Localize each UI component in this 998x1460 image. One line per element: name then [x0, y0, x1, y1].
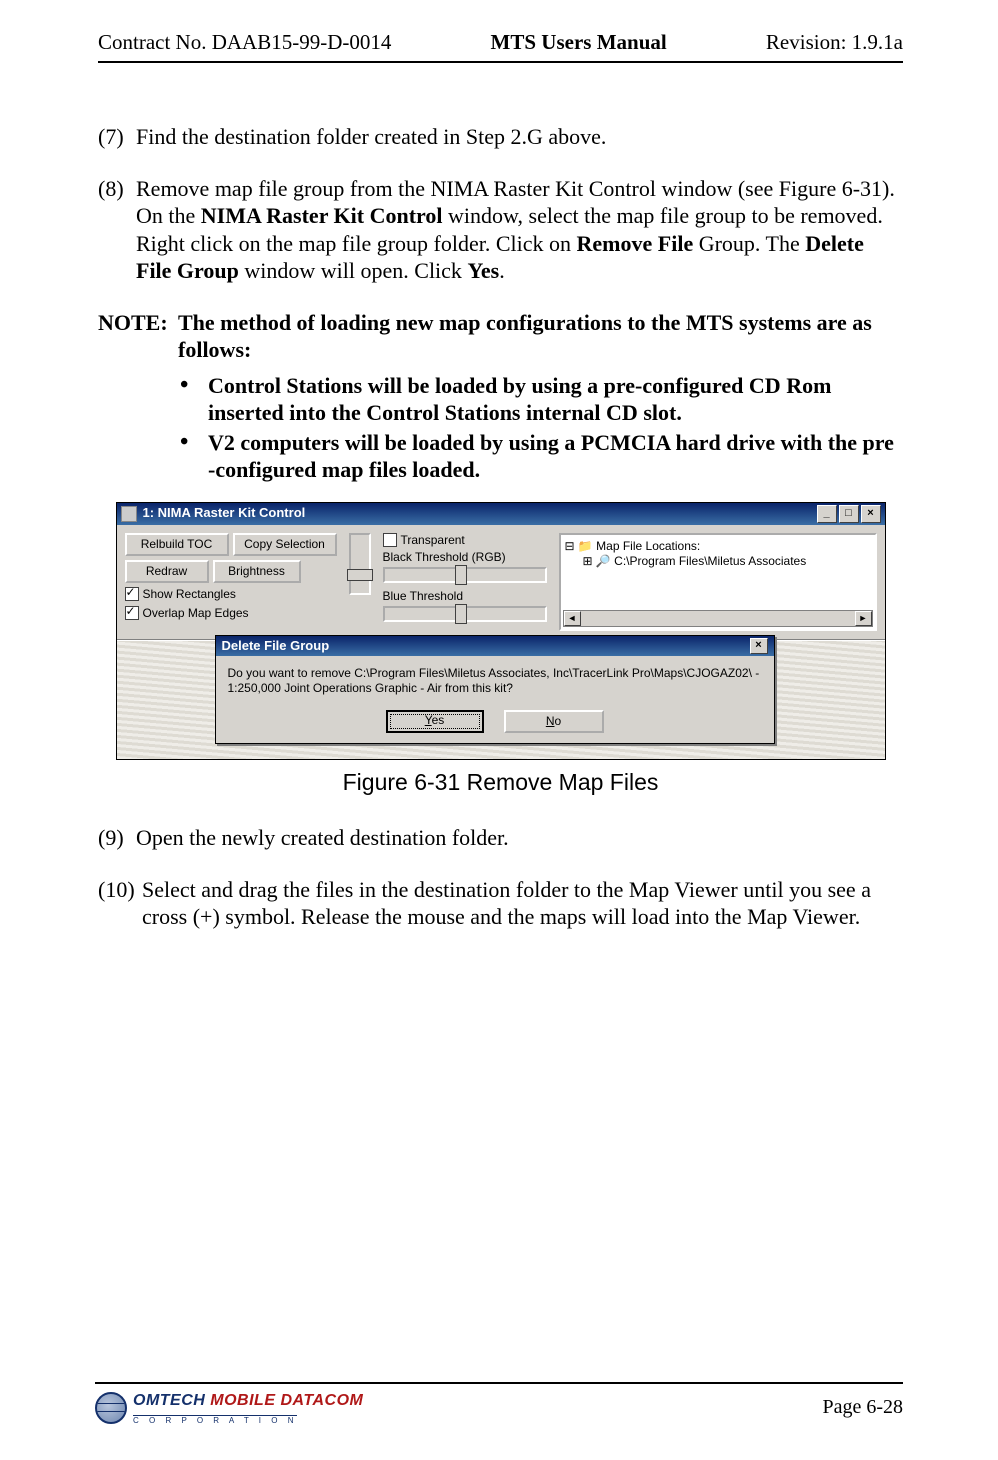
bullet-2: V2 computers will be loaded by using a P… — [176, 429, 903, 484]
brightness-slider[interactable] — [349, 533, 371, 595]
step-num: (9) — [98, 824, 136, 852]
step-10: (10) Select and drag the files in the de… — [98, 876, 903, 931]
brightness-button[interactable]: Brightness — [213, 560, 301, 583]
copy-selection-button[interactable]: Copy Selection — [233, 533, 337, 556]
threshold-panel: Transparent Black Threshold (RGB) Blue T… — [383, 533, 547, 626]
dialog-close-button[interactable]: × — [750, 638, 768, 654]
step-num: (8) — [98, 175, 136, 285]
label: Overlap Map Edges — [143, 606, 249, 621]
note-bullets: Control Stations will be loaded by using… — [176, 372, 903, 484]
brand-omtech: OMTECH — [133, 1392, 205, 1409]
tree-child[interactable]: C:\Program Files\Miletus Associates — [565, 554, 871, 569]
page-footer: OMTECH MOBILE DATACOM C O R P O R A T I … — [95, 1382, 903, 1426]
step-7: (7) Find the destination folder created … — [98, 123, 903, 151]
step-9: (9) Open the newly created destination f… — [98, 824, 903, 852]
underline: Y — [425, 713, 432, 727]
bold: NIMA Raster Kit Control — [201, 203, 443, 228]
figure-caption: Figure 6-31 Remove Map Files — [98, 768, 903, 797]
bold: Yes — [467, 258, 499, 283]
step-text: Select and drag the files in the destina… — [142, 876, 903, 931]
bullet-1: Control Stations will be loaded by using… — [176, 372, 903, 427]
maximize-button[interactable]: □ — [839, 505, 859, 523]
close-button[interactable]: × — [861, 505, 881, 523]
app-icon — [121, 506, 137, 522]
step-text: Remove map file group from the NIMA Rast… — [136, 175, 903, 285]
black-threshold-slider[interactable] — [383, 567, 547, 583]
yes-button[interactable]: Yes — [386, 710, 484, 733]
label: Show Rectangles — [143, 587, 236, 602]
text: o — [554, 714, 561, 728]
redraw-button[interactable]: Redraw — [125, 560, 209, 583]
dialog-title-bar[interactable]: Delete File Group × — [216, 636, 774, 656]
brand-corporation: C O R P O R A T I O N — [133, 1415, 297, 1424]
blue-threshold-slider[interactable] — [383, 606, 547, 622]
transparent-checkbox[interactable]: Transparent — [383, 533, 547, 548]
text: window will open. Click — [239, 258, 468, 283]
dialog-message: Do you want to remove C:\Program Files\M… — [216, 656, 774, 706]
step-text: Find the destination folder created in S… — [136, 123, 903, 151]
scroll-right-button[interactable]: ► — [855, 611, 872, 626]
label: Transparent — [401, 533, 465, 548]
overlap-edges-checkbox[interactable]: Overlap Map Edges — [125, 606, 337, 621]
no-button[interactable]: No — [504, 710, 604, 733]
hdr-right: Revision: 1.9.1a — [766, 30, 903, 55]
blue-threshold-label: Blue Threshold — [383, 589, 547, 604]
company-logo: OMTECH MOBILE DATACOM C O R P O R A T I … — [95, 1390, 363, 1426]
rebuild-toc-button[interactable]: Relbuild TOC — [125, 533, 229, 556]
hdr-rule — [98, 61, 903, 63]
hdr-left: Contract No. DAAB15-99-D-0014 — [98, 30, 391, 55]
brand-mobile-datacom: MOBILE DATACOM — [210, 1392, 363, 1409]
title-bar[interactable]: 1: NIMA Raster Kit Control _ □ × — [117, 503, 885, 525]
tree-root[interactable]: Map File Locations: — [565, 539, 871, 554]
globe-icon — [95, 1392, 127, 1424]
note-body: The method of loading new map configurat… — [178, 309, 903, 364]
window-title: 1: NIMA Raster Kit Control — [143, 505, 817, 521]
text: . — [499, 258, 505, 283]
map-file-tree[interactable]: Map File Locations: C:\Program Files\Mil… — [559, 533, 877, 631]
body-text: (7) Find the destination folder created … — [98, 123, 903, 931]
page-header: Contract No. DAAB15-99-D-0014 MTS Users … — [98, 30, 903, 55]
step-8: (8) Remove map file group from the NIMA … — [98, 175, 903, 285]
show-rectangles-checkbox[interactable]: Show Rectangles — [125, 587, 337, 602]
tree-scrollbar[interactable]: ◄ ► — [563, 610, 873, 627]
footer-rule — [95, 1382, 903, 1384]
hdr-center: MTS Users Manual — [491, 30, 667, 55]
figure-6-31: 1: NIMA Raster Kit Control _ □ × Relbuil… — [116, 502, 886, 760]
bold: Remove File — [577, 231, 694, 256]
dialog-title: Delete File Group — [222, 636, 330, 656]
screenshot-window: 1: NIMA Raster Kit Control _ □ × Relbuil… — [116, 502, 886, 760]
page-number: Page 6-28 — [822, 1396, 903, 1419]
map-preview-area: Delete File Group × Do you want to remov… — [117, 640, 885, 759]
toolbar-col1: Relbuild TOC Copy Selection Redraw Brigh… — [125, 533, 337, 621]
step-text: Open the newly created destination folde… — [136, 824, 903, 852]
scroll-left-button[interactable]: ◄ — [564, 611, 581, 626]
dialog-buttons: Yes No — [216, 706, 774, 743]
minimize-button[interactable]: _ — [817, 505, 837, 523]
delete-file-group-dialog: Delete File Group × Do you want to remov… — [215, 635, 775, 744]
step-num: (10) — [98, 876, 142, 931]
note-block: NOTE: The method of loading new map conf… — [98, 309, 903, 364]
text: Group. The — [693, 231, 805, 256]
step-num: (7) — [98, 123, 136, 151]
toolbar: Relbuild TOC Copy Selection Redraw Brigh… — [117, 525, 885, 640]
note-label: NOTE: — [98, 309, 178, 364]
black-threshold-label: Black Threshold (RGB) — [383, 550, 547, 565]
text: es — [432, 713, 445, 727]
